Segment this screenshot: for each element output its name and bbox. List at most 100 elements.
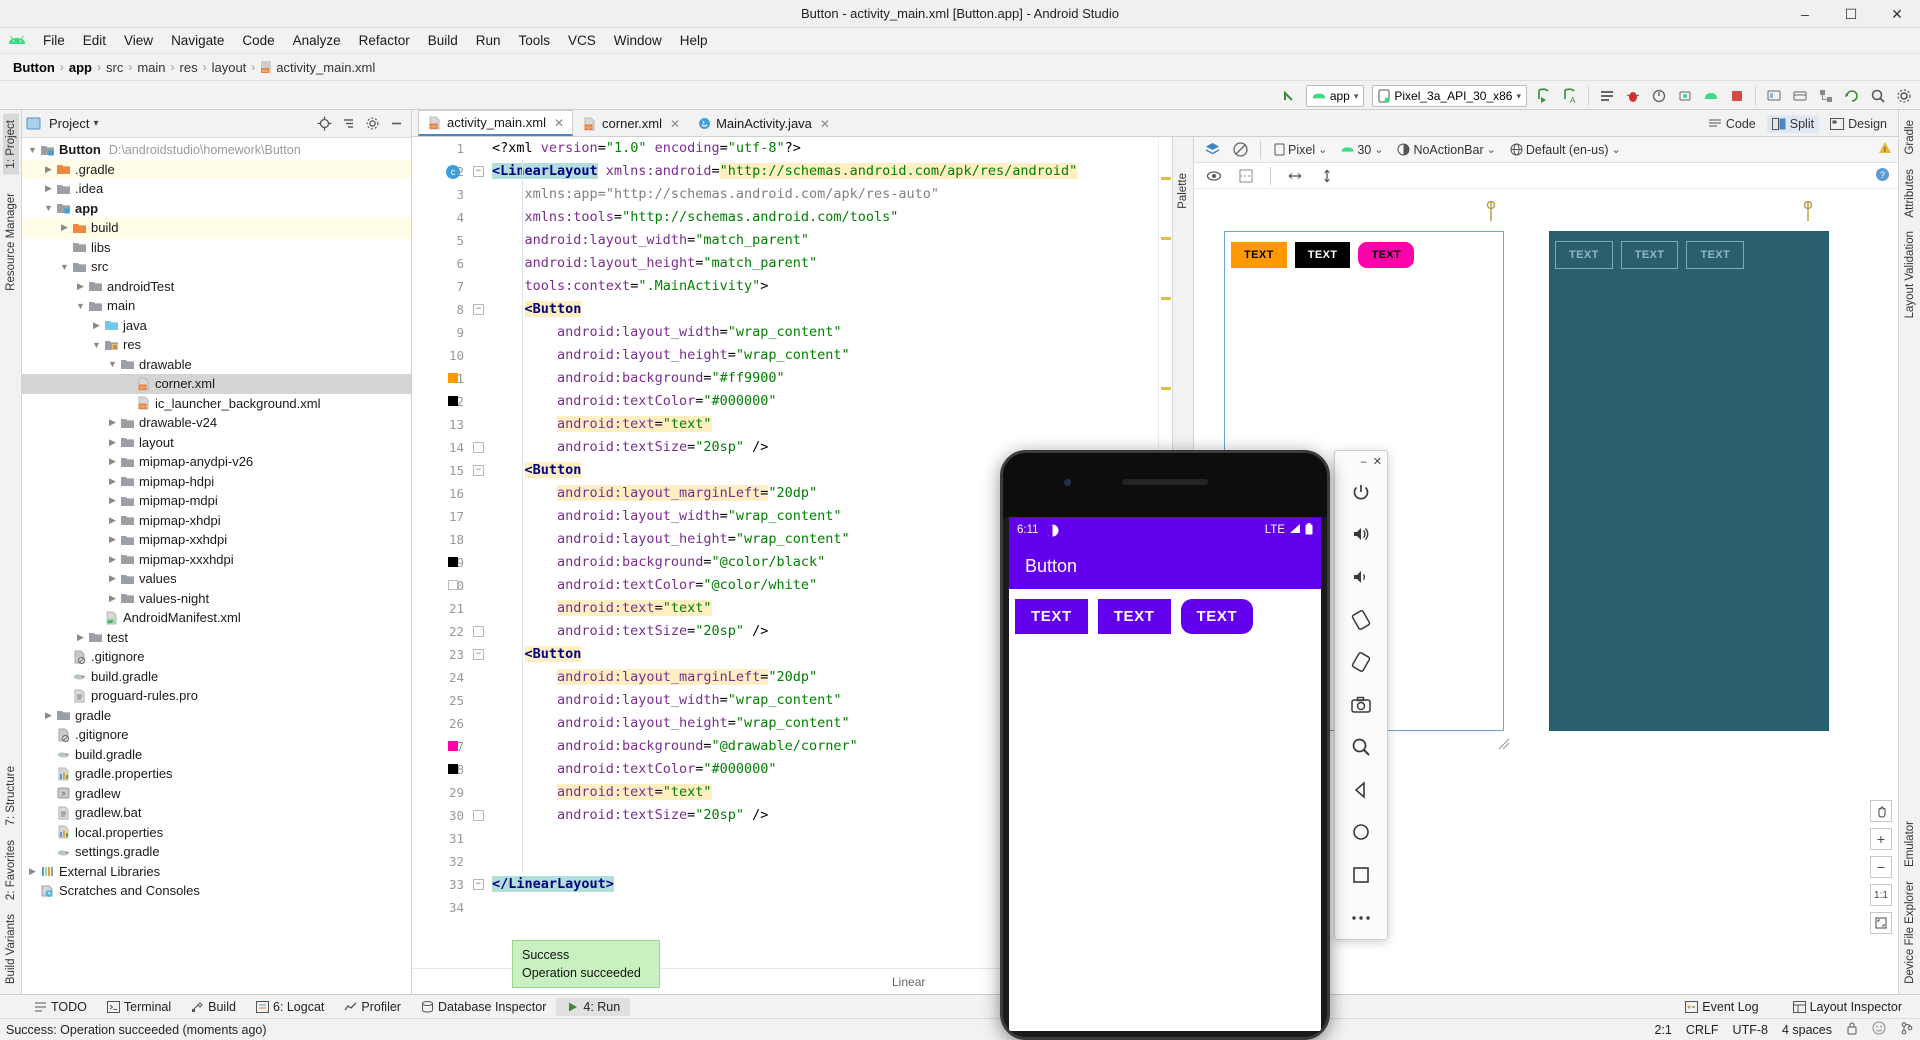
attach-debugger-icon[interactable]	[1673, 84, 1697, 108]
horizontal-align-icon[interactable]	[1283, 164, 1307, 188]
tree-item-build-gradle[interactable]: build.gradle	[22, 667, 411, 687]
menu-item-file[interactable]: File	[34, 30, 74, 51]
line-separator[interactable]: CRLF	[1686, 1023, 1719, 1037]
chevron-right-icon[interactable]: ▶	[106, 417, 119, 428]
menu-item-build[interactable]: Build	[419, 30, 467, 51]
tree-item--gitignore[interactable]: .gitignore	[22, 647, 411, 667]
bottom-tab-database-inspector[interactable]: Database Inspector	[411, 998, 556, 1016]
menu-item-refactor[interactable]: Refactor	[350, 30, 419, 51]
tree-item-drawable[interactable]: ▼ drawable	[22, 355, 411, 375]
breadcrumb-item-src[interactable]: src	[103, 59, 126, 76]
fold-collapse-icon[interactable]: −	[473, 465, 484, 476]
collapse-all-icon[interactable]	[337, 113, 359, 135]
help-icon[interactable]: ?	[1875, 167, 1890, 185]
code-line[interactable]: android:layout_height="wrap_content"	[492, 344, 1158, 367]
device-selector[interactable]: Pixel_3a_API_30_x86 ▾	[1372, 85, 1527, 107]
close-icon[interactable]: ✕	[820, 117, 830, 131]
code-line[interactable]: <?xml version="1.0" encoding="utf-8"?>	[492, 137, 1158, 160]
chevron-right-icon[interactable]: ▶	[42, 164, 55, 175]
maximize-button[interactable]: ☐	[1828, 0, 1874, 28]
menu-item-window[interactable]: Window	[605, 30, 671, 51]
panel-settings-icon[interactable]	[361, 113, 383, 135]
class-marker-icon[interactable]: c	[446, 165, 460, 179]
menu-item-help[interactable]: Help	[671, 30, 717, 51]
emulator-minimize-button[interactable]: –	[1361, 456, 1367, 468]
rail-tab-device-file-explorer[interactable]: Device File Explorer	[1902, 875, 1918, 990]
tree-item-mipmap-hdpi[interactable]: ▶ mipmap-hdpi	[22, 472, 411, 492]
chevron-down-icon[interactable]: ▼	[42, 203, 55, 213]
tree-item-settings-gradle[interactable]: settings.gradle	[22, 842, 411, 862]
locale-dropdown[interactable]: Default (en-us) ⌄	[1505, 141, 1626, 159]
color-swatch-gutter-mark[interactable]	[448, 396, 458, 406]
indent-setting[interactable]: 4 spaces	[1782, 1023, 1832, 1037]
debug-button[interactable]: A	[1558, 84, 1582, 108]
tree-item-app[interactable]: ▼ app	[22, 199, 411, 219]
rail-tab-structure[interactable]: 7: Structure	[3, 760, 19, 831]
chevron-right-icon[interactable]: ▶	[42, 183, 55, 194]
bottom-tab-profiler[interactable]: Profiler	[334, 998, 411, 1016]
tree-item-mipmap-xxhdpi[interactable]: ▶ mipmap-xxhdpi	[22, 530, 411, 550]
zoom-in-button[interactable]: +	[1870, 828, 1892, 850]
fold-expand-icon[interactable]	[473, 442, 484, 453]
navigate-up-icon[interactable]	[1277, 84, 1301, 108]
breadcrumb-item-activity-main-xml[interactable]: <> activity_main.xml	[257, 59, 378, 76]
rotate-left-icon[interactable]	[1339, 598, 1383, 641]
camera-icon[interactable]	[1339, 683, 1383, 726]
code-line[interactable]: android:textColor="#000000"	[492, 390, 1158, 413]
zoom-fit-button[interactable]	[1870, 912, 1892, 934]
chevron-down-icon[interactable]: ▼	[90, 340, 103, 350]
menu-item-run[interactable]: Run	[467, 30, 510, 51]
tree-item--idea[interactable]: ▶ .idea	[22, 179, 411, 199]
editor-tab-activity-main-xml[interactable]: <> activity_main.xml ✕	[418, 110, 574, 136]
sdk-icon[interactable]	[1788, 84, 1812, 108]
rail-tab-resource-manager[interactable]: Resource Manager	[3, 187, 19, 297]
tree-item-scratches-and-consoles[interactable]: Scratches and Consoles	[22, 881, 411, 901]
tree-item-src[interactable]: ▼ src	[22, 257, 411, 277]
blueprint-button-1[interactable]: TEXT	[1555, 241, 1613, 269]
fold-collapse-icon[interactable]: −	[473, 166, 484, 177]
zoom-reset-button[interactable]: 1:1	[1870, 884, 1892, 906]
chevron-down-icon[interactable]: ▼	[58, 262, 71, 272]
project-structure-icon[interactable]	[1814, 84, 1838, 108]
menu-item-view[interactable]: View	[115, 30, 162, 51]
tree-item-local-properties[interactable]: local.properties	[22, 823, 411, 843]
settings-gear-icon[interactable]	[1892, 84, 1916, 108]
color-swatch-gutter-mark[interactable]	[448, 557, 458, 567]
fold-collapse-icon[interactable]: −	[473, 879, 484, 890]
project-tree[interactable]: ▼ Button D:\androidstudio\homework\Button ▶…	[22, 138, 411, 994]
editor-tab-mainactivity-java[interactable]: MainActivity.java ✕	[689, 110, 839, 136]
power-icon[interactable]	[1339, 470, 1383, 513]
rail-tab-build-variants[interactable]: Build Variants	[3, 908, 19, 990]
tree-item-layout[interactable]: ▶ layout	[22, 433, 411, 453]
code-line[interactable]: android:layout_width="match_parent"	[492, 229, 1158, 252]
chevron-right-icon[interactable]: ▶	[106, 437, 119, 448]
tree-item--gitignore[interactable]: .gitignore	[22, 725, 411, 745]
design-preview-button-1[interactable]: TEXT	[1231, 242, 1287, 268]
tree-item-gradle[interactable]: ▶ gradle	[22, 706, 411, 726]
layers-icon[interactable]	[1200, 138, 1224, 162]
code-line[interactable]: android:layout_height="match_parent"	[492, 252, 1158, 275]
api-level-dropdown[interactable]: 30 ⌄	[1336, 141, 1388, 159]
tree-item-mipmap-anydpi-v26[interactable]: ▶ mipmap-anydpi-v26	[22, 452, 411, 472]
close-button[interactable]: ✕	[1874, 0, 1920, 28]
tree-item-drawable-v24[interactable]: ▶ drawable-v24	[22, 413, 411, 433]
blueprint-render-surface[interactable]: TEXT TEXT TEXT	[1549, 231, 1829, 731]
bottom-tab-terminal[interactable]: Terminal	[97, 998, 181, 1016]
emulator-app-button-3[interactable]: TEXT	[1180, 599, 1254, 634]
tree-item-gradlew-bat[interactable]: gradlew.bat	[22, 803, 411, 823]
gradle-sync-icon[interactable]	[1840, 84, 1864, 108]
menu-item-navigate[interactable]: Navigate	[162, 30, 233, 51]
chevron-right-icon[interactable]: ▶	[74, 281, 87, 292]
fold-expand-icon[interactable]	[473, 626, 484, 637]
smiley-icon[interactable]	[1872, 1021, 1886, 1038]
bottom-tab-todo[interactable]: TODO	[24, 998, 97, 1016]
breadcrumb-item-button[interactable]: Button	[10, 59, 58, 76]
emulator-app-button-2[interactable]: TEXT	[1097, 599, 1171, 634]
tree-item-libs[interactable]: libs	[22, 238, 411, 258]
tree-item-gradle-properties[interactable]: gradle.properties	[22, 764, 411, 784]
fold-collapse-icon[interactable]: −	[473, 304, 484, 315]
code-line[interactable]: <LinearLayout xmlns:android="http://sche…	[492, 160, 1158, 183]
view-mode-split[interactable]: Split	[1766, 115, 1820, 133]
bottom-tab-4--run[interactable]: 4: Run	[556, 997, 631, 1016]
zoom-icon[interactable]	[1339, 726, 1383, 769]
